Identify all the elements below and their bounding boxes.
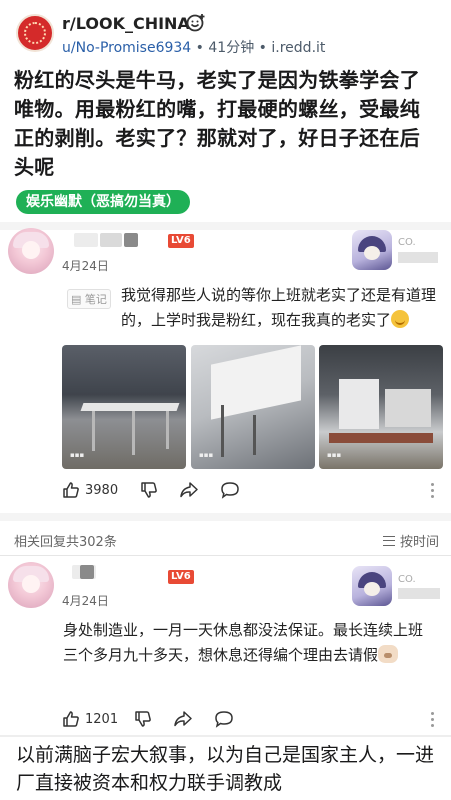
image-watermark: ▪▪▪: [327, 451, 342, 459]
post-flair[interactable]: 娱乐幽默（恶搞勿当真）: [16, 190, 190, 214]
dog-emoji-icon: [378, 645, 399, 663]
sort-by-time-button[interactable]: 按时间: [382, 531, 439, 550]
sort-icon: [382, 535, 395, 546]
note-tag-label: 笔记: [84, 293, 107, 306]
comment-date: 4月24日: [62, 594, 109, 608]
comment-text-body: 身处制造业，一月一天休息都没法保证。最长连续上班三个多月九十多天，想休息还得编个…: [63, 621, 424, 664]
subreddit-avatar[interactable]: [16, 14, 54, 52]
subreddit-name[interactable]: r/LOOK_CHINA: [62, 14, 190, 33]
like-button[interactable]: 1201: [62, 708, 118, 730]
post-title[interactable]: 粉红的尽头是牛马，老实了是因为铁拳学会了唯物。用最粉红的嘴，打最硬的螺丝，受最纯…: [14, 66, 438, 182]
comment-bubble-icon: [221, 482, 239, 499]
like-button[interactable]: 3980: [62, 479, 118, 501]
comment-actions: 1201: [62, 708, 442, 730]
replies-count: 相关回复共302条: [14, 535, 117, 550]
section-divider: [0, 222, 451, 230]
thumbs-down-icon: [141, 482, 157, 498]
post-author[interactable]: u/No-Promise6934: [62, 40, 191, 56]
comment-bubble-icon: [215, 711, 233, 728]
redacted-username: [124, 233, 138, 247]
post-byline: u/No-Promise6934 • 41分钟 • i.redd.it: [62, 37, 325, 57]
level-badge: LV6: [168, 234, 194, 248]
more-options-icon[interactable]: [431, 712, 435, 730]
character-badge-avatar: [352, 230, 392, 270]
section-divider: [0, 735, 451, 737]
commenter-avatar[interactable]: [8, 562, 54, 608]
like-count: 3980: [85, 482, 119, 498]
image-watermark: ▪▪▪: [199, 451, 214, 459]
like-count: 1201: [85, 711, 119, 727]
comment-date: 4月24日: [62, 259, 109, 273]
share-button[interactable]: [179, 479, 199, 501]
character-badge-avatar: [352, 566, 392, 606]
thumbs-up-icon: [63, 482, 79, 498]
redacted-badge-text: [398, 252, 438, 263]
comment-photo[interactable]: ▪▪▪: [319, 345, 443, 469]
dislike-button[interactable]: [140, 479, 158, 501]
comment-photo[interactable]: ▪▪▪: [191, 345, 315, 469]
sort-label: 按时间: [399, 535, 439, 550]
join-smiley-icon[interactable]: [186, 13, 206, 33]
smile-emoji-icon: [391, 310, 410, 328]
badge-label: CO.: [398, 574, 416, 585]
share-button[interactable]: [173, 708, 193, 730]
comment-text[interactable]: 我觉得那些人说的等你上班就老实了还是有道理的，上学时我是粉红，现在我真的老实了: [121, 283, 441, 333]
level-badge: LV6: [168, 570, 194, 584]
share-icon: [174, 711, 192, 727]
redacted-badge-text: [398, 588, 440, 599]
dislike-button[interactable]: [134, 708, 152, 730]
commenter-avatar[interactable]: [8, 228, 54, 274]
reply-divider: [0, 555, 451, 556]
reply-button[interactable]: [220, 479, 240, 501]
byline-separator: •: [258, 40, 267, 56]
note-icon: ▤: [71, 293, 82, 306]
redacted-username: [100, 233, 122, 247]
more-options-icon[interactable]: [431, 483, 435, 501]
reply-button[interactable]: [214, 708, 234, 730]
redacted-username: [74, 233, 98, 247]
comment-actions: 3980: [62, 479, 442, 501]
badge-label: CO.: [398, 237, 416, 248]
thumbs-down-icon: [135, 711, 151, 727]
comment-text-body: 我觉得那些人说的等你上班就老实了还是有道理的，上学时我是粉红，现在我真的老实了: [121, 286, 437, 329]
note-tag: ▤ 笔记: [67, 289, 111, 309]
post-domain[interactable]: i.redd.it: [271, 40, 325, 56]
share-icon: [180, 482, 198, 498]
image-watermark: ▪▪▪: [70, 451, 85, 459]
comment-photo[interactable]: ▪▪▪: [62, 345, 186, 469]
comment-text[interactable]: 身处制造业，一月一天休息都没法保证。最长连续上班三个多月九十多天，想休息还得编个…: [63, 618, 435, 668]
thumbs-up-icon: [63, 711, 79, 727]
post-age: 41分钟: [208, 40, 255, 56]
redacted-username: [80, 565, 94, 579]
post-body-text[interactable]: 以前满脑子宏大叙事，以为自己是国家主人，一进厂直接被资本和权力联手调教成: [16, 741, 436, 797]
post-header: r/LOOK_CHINA u/No-Promise6934 • 41分钟 • i…: [0, 0, 451, 62]
section-divider: [0, 513, 451, 521]
byline-separator: •: [195, 40, 204, 56]
